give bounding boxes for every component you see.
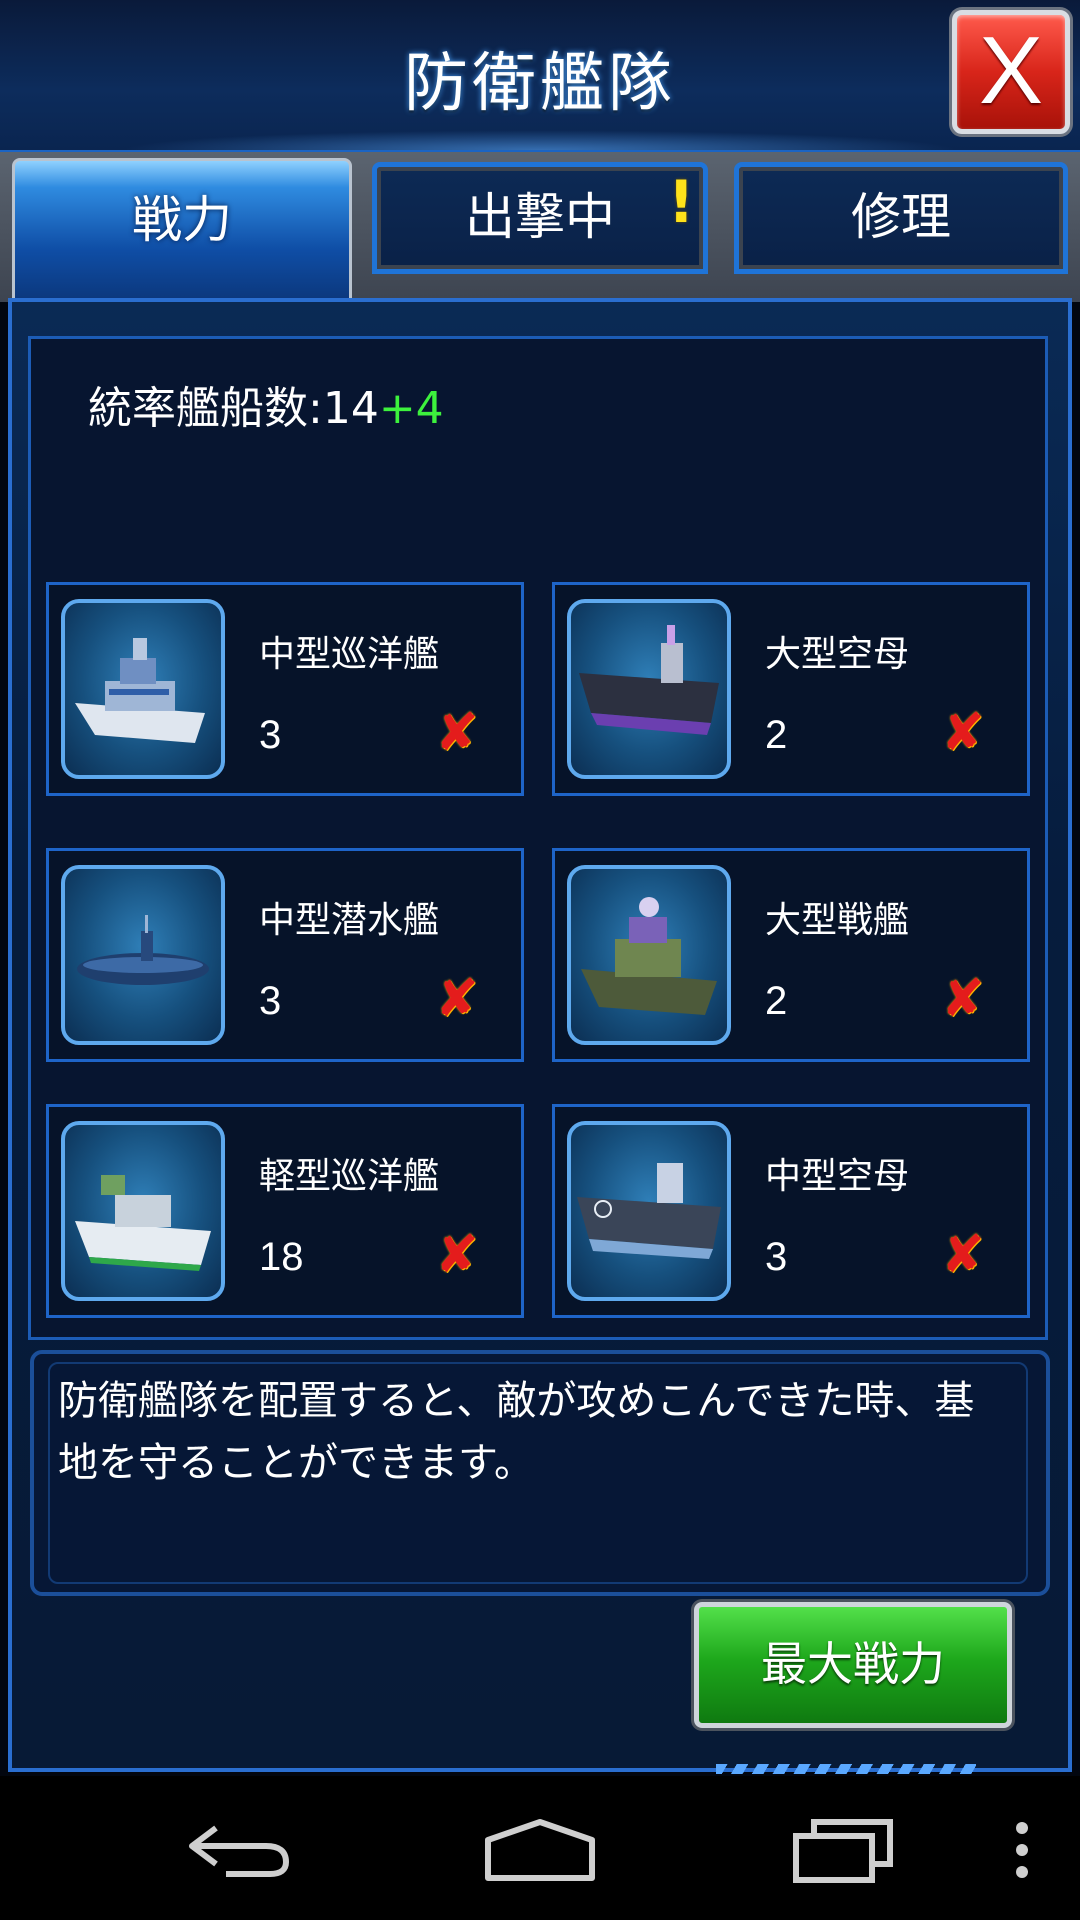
ship-name: 中型空母 (765, 1156, 910, 1197)
close-icon: X (978, 17, 1044, 124)
ship-card-medium-cruiser[interactable]: 中型巡洋艦 3 ✘ (46, 582, 524, 796)
tab-repair[interactable]: 修理 (734, 162, 1068, 274)
ship-image-large-battleship (567, 865, 731, 1045)
ship-image-medium-carrier (567, 1121, 731, 1301)
page-title: 防衛艦隊 (404, 47, 676, 121)
ship-count: 3 (259, 979, 282, 1023)
tab-power[interactable]: 戦力 (12, 158, 352, 308)
ship-image-medium-submarine (61, 865, 225, 1045)
tab-sortie[interactable]: 出撃中 (372, 162, 708, 274)
ship-name: 軽型巡洋艦 (259, 1156, 440, 1197)
fleet-capacity-label: 統率艦船数:14 (88, 383, 379, 434)
alert-icon: ! (668, 168, 695, 236)
ship-card-medium-submarine[interactable]: 中型潜水艦 3 ✘ (46, 848, 524, 1062)
ship-image-large-carrier (567, 599, 731, 779)
ship-image-medium-cruiser (61, 599, 225, 779)
description-text: 防衛艦隊を配置すると、敵が攻めこんできた時、基地を守ることができます。 (58, 1378, 975, 1486)
max-power-button[interactable]: 最大戦力 (694, 1602, 1012, 1728)
ship-name: 大型戦艦 (765, 900, 910, 941)
overflow-menu-icon[interactable] (1010, 1820, 1034, 1880)
system-nav-bar (0, 1776, 1080, 1920)
ship-count: 3 (259, 713, 282, 757)
recent-apps-icon[interactable] (790, 1816, 896, 1886)
home-icon[interactable] (484, 1818, 596, 1882)
ship-name: 大型空母 (765, 634, 910, 675)
back-icon[interactable] (186, 1820, 294, 1880)
fleet-bonus: +4 (378, 383, 444, 434)
remove-icon[interactable]: ✘ (939, 973, 987, 1025)
ship-count: 18 (259, 1235, 304, 1279)
ship-card-light-cruiser[interactable]: 軽型巡洋艦 18 ✘ (46, 1104, 524, 1318)
ship-name: 中型巡洋艦 (259, 634, 440, 675)
ship-name: 中型潜水艦 (259, 900, 440, 941)
remove-icon[interactable]: ✘ (433, 973, 481, 1025)
ship-count: 2 (765, 713, 788, 757)
ship-image-light-cruiser (61, 1121, 225, 1301)
fleet-capacity: 統率艦船数:14+4 (88, 372, 444, 436)
remove-icon[interactable]: ✘ (433, 707, 481, 759)
close-button[interactable]: X (952, 10, 1070, 134)
remove-icon[interactable]: ✘ (939, 1229, 987, 1281)
decorative-stripe (716, 1764, 976, 1774)
title-bar: 防衛艦隊 (0, 0, 1080, 153)
ship-count: 3 (765, 1235, 788, 1279)
ship-card-large-carrier[interactable]: 大型空母 2 ✘ (552, 582, 1030, 796)
ship-card-medium-carrier[interactable]: 中型空母 3 ✘ (552, 1104, 1030, 1318)
remove-icon[interactable]: ✘ (939, 707, 987, 759)
ship-count: 2 (765, 979, 788, 1023)
remove-icon[interactable]: ✘ (433, 1229, 481, 1281)
ship-card-large-battleship[interactable]: 大型戦艦 2 ✘ (552, 848, 1030, 1062)
